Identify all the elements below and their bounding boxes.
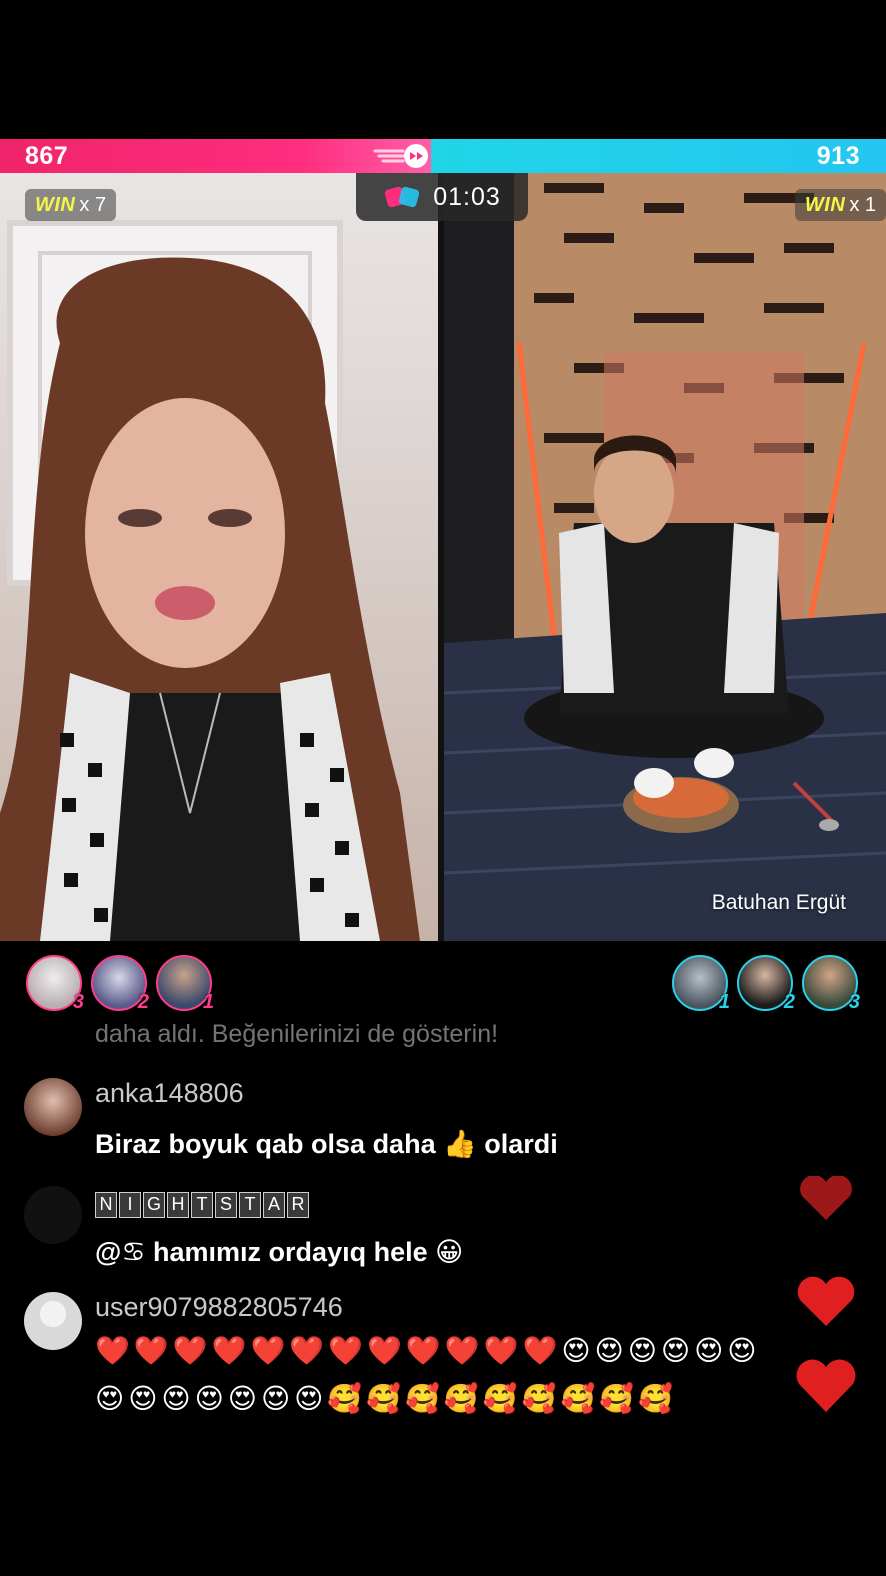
username-letter: R bbox=[287, 1192, 309, 1218]
right-host-name[interactable]: Batuhan Ergüt bbox=[712, 891, 846, 915]
avatar[interactable] bbox=[24, 1292, 82, 1350]
username-letter: N bbox=[95, 1192, 117, 1218]
supporter-avatar[interactable]: 3 bbox=[26, 955, 84, 1013]
heart-icon bbox=[797, 1276, 855, 1326]
right-win-streak-badge: WIN x 1 bbox=[794, 189, 886, 221]
chat-text: ❤️❤️❤️❤️❤️❤️❤️❤️❤️❤️❤️❤️😍😍😍😍😍😍 bbox=[95, 1335, 761, 1366]
win-count: x 1 bbox=[849, 193, 876, 216]
left-score: 867 bbox=[25, 142, 69, 170]
like-hearts-animation bbox=[796, 1176, 856, 1412]
left-host-video[interactable]: WIN x 7 bbox=[0, 173, 438, 941]
right-score: 913 bbox=[816, 142, 860, 170]
left-top-supporters: 3 2 1 bbox=[26, 955, 214, 1013]
right-host-video[interactable]: WIN x 1 Batuhan Ergüt bbox=[444, 173, 886, 941]
username-letter: A bbox=[263, 1192, 285, 1218]
left-win-streak-badge: WIN x 7 bbox=[25, 189, 117, 221]
supporter-rank: 2 bbox=[783, 991, 795, 1013]
chat-username[interactable]: user9079882805746 bbox=[95, 1292, 343, 1323]
win-count: x 7 bbox=[79, 193, 107, 216]
supporter-avatar[interactable]: 1 bbox=[156, 955, 214, 1013]
battle-icon bbox=[385, 186, 420, 208]
live-chat[interactable]: daha aldı. Beğenilerinizi de gösterin! a… bbox=[0, 1018, 886, 1438]
username-letter: T bbox=[191, 1192, 213, 1218]
supporter-rank: 1 bbox=[718, 991, 730, 1013]
supporter-avatar[interactable]: 3 bbox=[802, 955, 860, 1013]
username-letter: G bbox=[143, 1192, 165, 1218]
username-letter: T bbox=[239, 1192, 261, 1218]
chat-username[interactable]: N I G H T S T A R bbox=[95, 1186, 309, 1218]
chat-username[interactable]: anka148806 bbox=[95, 1078, 244, 1109]
battle-score-bar: 867 913 bbox=[0, 139, 886, 173]
chat-text: 😍😍😍😍😍😍😍🥰🥰🥰🥰🥰🥰🥰🥰🥰 bbox=[95, 1383, 678, 1414]
right-score-segment: 913 bbox=[431, 139, 886, 173]
supporter-avatar[interactable]: 2 bbox=[737, 955, 795, 1013]
chat-text: @♋ hamımız ordayıq hele 😀 bbox=[95, 1237, 464, 1267]
supporter-rank: 1 bbox=[202, 991, 214, 1013]
avatar[interactable] bbox=[24, 1078, 82, 1136]
heart-icon bbox=[800, 1176, 852, 1220]
username-letter: H bbox=[167, 1192, 189, 1218]
username-letter: I bbox=[119, 1192, 141, 1218]
supporter-rank: 3 bbox=[848, 991, 860, 1013]
left-host-scene bbox=[0, 220, 420, 941]
battle-timer: 01:03 bbox=[356, 173, 528, 221]
supporter-rank: 2 bbox=[137, 991, 149, 1013]
username-letter-boxes: N I G H T S T A R bbox=[95, 1192, 309, 1218]
supporter-avatar[interactable]: 1 bbox=[672, 955, 730, 1013]
right-top-supporters: 1 2 3 bbox=[672, 955, 860, 1013]
win-label: WIN bbox=[35, 193, 76, 216]
chat-text: Biraz boyuk qab olsa daha 👍 olardi bbox=[95, 1129, 558, 1159]
win-label: WIN bbox=[804, 193, 846, 216]
avatar[interactable] bbox=[24, 1186, 82, 1244]
timer-text: 01:03 bbox=[433, 182, 501, 211]
left-score-segment: 867 bbox=[0, 139, 431, 173]
username-letter: S bbox=[215, 1192, 237, 1218]
supporter-rank: 3 bbox=[72, 991, 84, 1013]
right-host-scene bbox=[444, 173, 886, 941]
battle-streak-icon bbox=[373, 144, 428, 168]
heart-icon bbox=[796, 1359, 856, 1412]
chat-system-message: daha aldı. Beğenilerinizi de gösterin! bbox=[95, 1020, 499, 1048]
supporter-avatar[interactable]: 2 bbox=[91, 955, 149, 1013]
